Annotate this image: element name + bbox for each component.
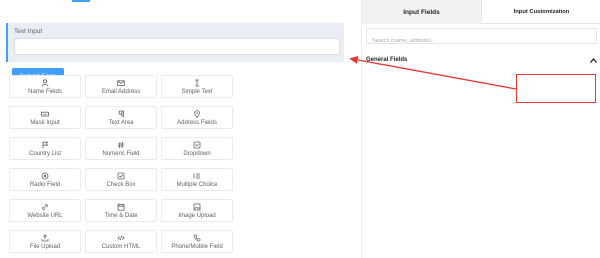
keyboard-icon <box>41 110 49 118</box>
field-phone-mobile-field[interactable]: Phone/Mobile Field <box>161 230 233 253</box>
fields-panel: Input Fields Input Customization General… <box>361 0 600 258</box>
field-name-fields[interactable]: Name Fields <box>9 75 81 98</box>
field-simple-text[interactable]: Simple Text <box>161 75 233 98</box>
form-field-text-input[interactable]: Text Input <box>6 23 344 62</box>
field-label: Check Box <box>106 181 136 188</box>
field-label: Name Fields <box>28 88 62 95</box>
field-label: Time & Date <box>104 212 138 219</box>
field-image-upload[interactable]: Image Upload <box>161 199 233 222</box>
field-label: Text Area <box>108 119 134 126</box>
text-input-field[interactable] <box>14 38 340 55</box>
calendar-icon <box>117 203 125 211</box>
field-multiple-choice[interactable]: Multiple Choice <box>161 168 233 191</box>
upload-icon <box>41 233 49 242</box>
section-header-general-fields[interactable]: General Fields <box>366 54 597 66</box>
tab-input-fields[interactable]: Input Fields <box>362 0 482 24</box>
field-numeric-field[interactable]: Numeric Field <box>85 137 157 160</box>
field-label: Address Fields <box>177 119 217 126</box>
field-radio-field[interactable]: Radio Field <box>9 168 81 191</box>
field-label: Text Input <box>14 28 43 35</box>
radio-icon <box>41 172 49 180</box>
active-tab-indicator <box>72 0 90 2</box>
field-label: Phone/Mobile Field <box>171 243 223 250</box>
field-mask-input[interactable]: Mask Input <box>9 106 81 129</box>
link-icon <box>41 203 49 211</box>
hash-icon <box>117 141 125 149</box>
field-label: Custom HTML <box>101 243 141 250</box>
text-cursor-icon <box>193 79 201 87</box>
field-time-date[interactable]: Time & Date <box>85 199 157 222</box>
field-website-url[interactable]: Website URL <box>9 199 81 222</box>
field-label: File Upload <box>29 243 61 250</box>
annotation-highlight-box <box>516 74 596 103</box>
field-label: Radio Field <box>29 181 61 188</box>
section-title: General Fields <box>366 57 408 63</box>
field-check-box[interactable]: Check Box <box>85 168 157 191</box>
field-text-area[interactable]: Text Area <box>85 106 157 129</box>
search-input[interactable] <box>367 34 596 48</box>
checkbox-icon <box>117 172 125 180</box>
list-icon <box>193 172 201 180</box>
field-email-address[interactable]: Email Address <box>85 75 157 98</box>
field-dropdown[interactable]: Dropdown <box>161 137 233 160</box>
field-file-upload[interactable]: File Upload <box>9 230 81 253</box>
field-country-list[interactable]: Country List <box>9 137 81 160</box>
field-label: Multiple Choice <box>176 181 218 188</box>
code-icon <box>117 234 125 242</box>
field-label: Numeric Field <box>102 150 140 157</box>
user-icon <box>41 78 49 87</box>
field-custom-html[interactable]: Custom HTML <box>85 230 157 253</box>
map-pin-icon <box>193 109 201 118</box>
chevron-up-icon[interactable] <box>589 56 597 64</box>
field-label: Simple Text <box>181 88 213 95</box>
field-label: Country List <box>28 150 61 157</box>
field-label: Image Upload <box>178 212 216 219</box>
panel-tabs: Input Fields Input Customization <box>362 0 600 24</box>
field-label: Email Address <box>101 88 141 95</box>
field-palette-grid: Name Fields Email Address Simple Text Ma… <box>9 75 234 253</box>
envelope-icon <box>117 79 125 87</box>
field-label: Dropdown <box>183 150 211 157</box>
paragraph-icon <box>117 110 125 118</box>
phone-icon <box>193 234 201 242</box>
dropdown-icon <box>193 141 201 149</box>
tab-input-customization[interactable]: Input Customization <box>482 0 600 24</box>
image-icon <box>193 203 201 211</box>
search-box <box>366 28 597 48</box>
field-label: Mask Input <box>30 119 60 126</box>
flag-icon <box>41 141 49 149</box>
field-label: Website URL <box>27 212 63 219</box>
field-address-fields[interactable]: Address Fields <box>161 106 233 129</box>
